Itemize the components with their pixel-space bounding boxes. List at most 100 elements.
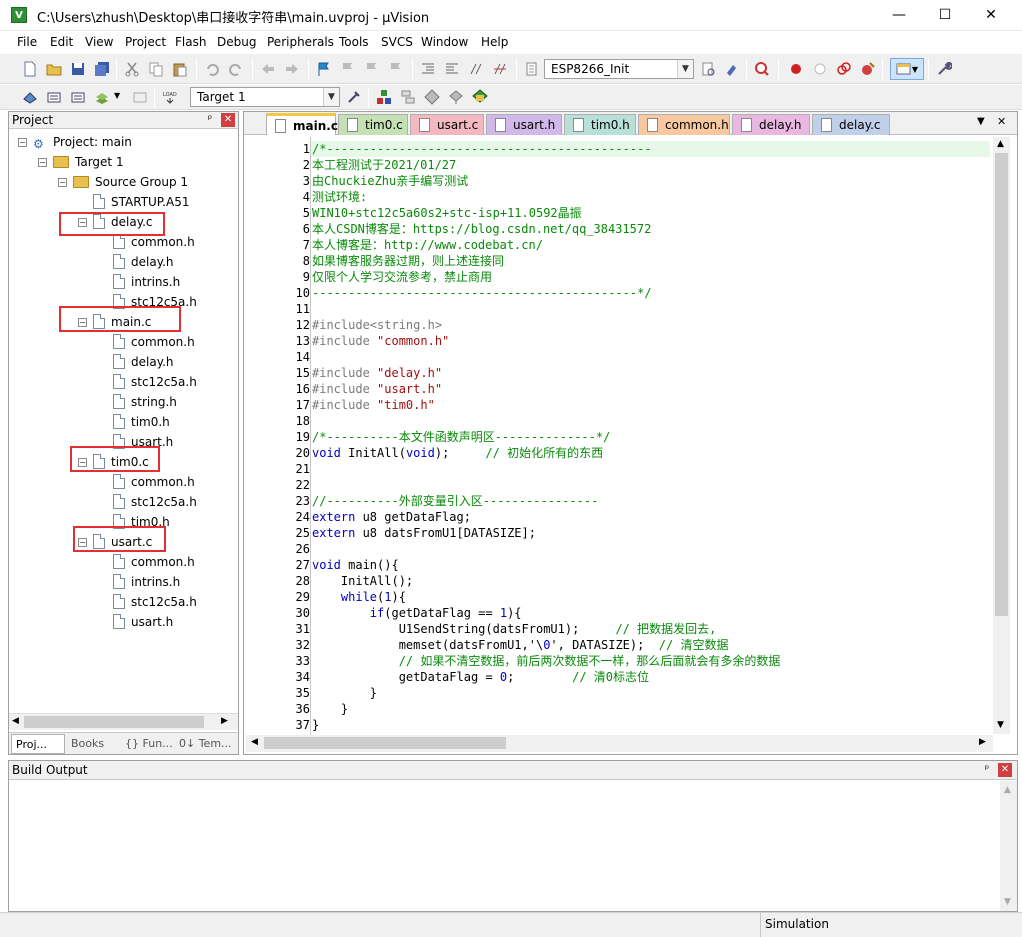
tree-node-file[interactable]: STARTUP.A51 <box>93 192 189 212</box>
build-icon[interactable] <box>44 87 64 107</box>
collapse-icon[interactable]: − <box>18 138 27 147</box>
clear-bookmarks-icon[interactable] <box>386 59 406 79</box>
menu-flash[interactable]: Flash <box>175 35 206 49</box>
menu-edit[interactable]: Edit <box>50 35 73 49</box>
project-horizontal-scrollbar[interactable]: ◀ ▶ <box>9 713 238 730</box>
menu-file[interactable]: File <box>17 35 37 49</box>
tab-functions[interactable]: {} Fun... <box>123 734 173 754</box>
new-file-icon[interactable] <box>20 59 40 79</box>
stop-build-icon[interactable] <box>130 87 150 107</box>
tree-node-header[interactable]: string.h <box>113 392 177 412</box>
scroll-thumb[interactable] <box>995 153 1008 616</box>
rebuild-icon[interactable] <box>68 87 88 107</box>
tree-node-project[interactable]: − ⚙ Project: main <box>18 132 132 152</box>
unindent-icon[interactable] <box>442 59 462 79</box>
manage-runtime-icon[interactable] <box>422 87 442 107</box>
kill-all-breakpoints-icon[interactable] <box>858 59 878 79</box>
download-icon[interactable]: LOAD <box>160 87 180 107</box>
scroll-right-icon[interactable]: ▶ <box>979 737 986 747</box>
tree-node-header[interactable]: common.h <box>113 472 195 492</box>
tree-node-header[interactable]: intrins.h <box>113 272 180 292</box>
menu-view[interactable]: View <box>85 35 113 49</box>
menu-help[interactable]: Help <box>481 35 508 49</box>
chevron-down-icon[interactable]: ▼ <box>323 88 339 106</box>
manage-components-icon[interactable] <box>374 87 394 107</box>
tab-project[interactable]: Proj... <box>11 734 65 754</box>
scroll-up-icon[interactable]: ▲ <box>1004 785 1011 795</box>
scroll-up-icon[interactable]: ▲ <box>997 139 1004 149</box>
select-software-packs-icon[interactable] <box>446 87 466 107</box>
bookmark-icon[interactable] <box>314 59 334 79</box>
tree-node-header[interactable]: usart.h <box>113 612 173 632</box>
copy-icon[interactable] <box>146 59 166 79</box>
incremental-find-icon[interactable] <box>722 59 742 79</box>
disable-breakpoint-icon[interactable] <box>810 59 830 79</box>
menu-tools[interactable]: Tools <box>339 35 369 49</box>
window-layout-icon[interactable]: ▼ <box>890 58 924 80</box>
build-output-scrollbar[interactable]: ▲ ▼ <box>1000 781 1017 911</box>
redo-icon[interactable] <box>226 59 246 79</box>
tree-node-source-group[interactable]: − Source Group 1 <box>58 172 188 192</box>
chevron-down-icon[interactable]: ▼ <box>677 60 693 78</box>
collapse-icon[interactable]: − <box>58 178 67 187</box>
navigate-forward-icon[interactable] <box>282 59 302 79</box>
tree-node-header[interactable]: intrins.h <box>113 572 180 592</box>
menu-window[interactable]: Window <box>421 35 468 49</box>
uncomment-icon[interactable] <box>490 59 510 79</box>
tree-node-header[interactable]: stc12c5a.h <box>113 492 197 512</box>
prev-bookmark-icon[interactable] <box>338 59 358 79</box>
comment-icon[interactable] <box>466 59 486 79</box>
pin-icon[interactable]: ᵖ <box>980 763 994 777</box>
batch-build-icon[interactable] <box>92 87 112 107</box>
scroll-right-icon[interactable]: ▶ <box>221 716 228 726</box>
close-panel-button[interactable]: ✕ <box>998 763 1012 777</box>
next-bookmark-icon[interactable] <box>362 59 382 79</box>
tree-node-header[interactable]: tim0.h <box>113 412 170 432</box>
tab-books[interactable]: Books <box>69 734 104 754</box>
tree-node-header[interactable]: delay.h <box>113 352 174 372</box>
indent-icon[interactable] <box>418 59 438 79</box>
target-select[interactable]: Target 1 ▼ <box>190 87 340 107</box>
scroll-down-icon[interactable]: ▼ <box>997 720 1004 730</box>
tree-node-header[interactable]: delay.h <box>113 252 174 272</box>
collapse-icon[interactable]: − <box>38 158 47 167</box>
scroll-thumb[interactable] <box>24 716 204 728</box>
undo-icon[interactable] <box>202 59 222 79</box>
tree-node-header[interactable]: stc12c5a.h <box>113 372 197 392</box>
save-all-icon[interactable] <box>92 59 112 79</box>
cut-icon[interactable] <box>122 59 142 79</box>
tab-delay-h[interactable]: delay.h <box>732 114 810 135</box>
tab-usart-h[interactable]: usart.h <box>486 114 562 135</box>
tab-common-h[interactable]: common.h <box>638 114 730 135</box>
target-options-icon[interactable] <box>344 87 364 107</box>
save-icon[interactable] <box>68 59 88 79</box>
code-area[interactable]: /*--------------------------------------… <box>310 137 990 737</box>
close-panel-button[interactable]: ✕ <box>221 113 235 127</box>
menu-project[interactable]: Project <box>125 35 166 49</box>
navigate-back-icon[interactable] <box>258 59 278 79</box>
maximize-button[interactable]: ☐ <box>922 0 968 31</box>
close-tab-icon[interactable]: ✕ <box>997 115 1006 128</box>
editor-vertical-scrollbar[interactable]: ▲ ▼ <box>993 137 1010 734</box>
pin-icon[interactable]: ᵖ <box>203 113 217 127</box>
tab-list-icon[interactable]: ▼ <box>977 116 985 127</box>
disable-all-breakpoints-icon[interactable] <box>834 59 854 79</box>
paste-icon[interactable] <box>170 59 190 79</box>
tree-node-target[interactable]: − Target 1 <box>38 152 124 172</box>
chevron-down-icon[interactable]: ▼ <box>114 91 120 100</box>
find-combo[interactable]: ESP8266_Init ▼ <box>544 59 694 79</box>
scroll-left-icon[interactable]: ◀ <box>251 737 258 747</box>
find-icon[interactable] <box>698 59 718 79</box>
tree-node-header[interactable]: stc12c5a.h <box>113 592 197 612</box>
tab-usart-c[interactable]: usart.c <box>410 114 484 135</box>
menu-debug[interactable]: Debug <box>217 35 256 49</box>
tree-node-header[interactable]: common.h <box>113 552 195 572</box>
scroll-left-icon[interactable]: ◀ <box>12 716 19 726</box>
tab-tim0-c[interactable]: tim0.c <box>338 114 408 135</box>
tree-node-header[interactable]: common.h <box>113 332 195 352</box>
find-in-files-icon[interactable] <box>522 59 542 79</box>
file-extensions-icon[interactable] <box>398 87 418 107</box>
scroll-down-icon[interactable]: ▼ <box>1004 897 1011 907</box>
pack-installer-icon[interactable] <box>470 87 490 107</box>
configure-icon[interactable] <box>934 59 954 79</box>
